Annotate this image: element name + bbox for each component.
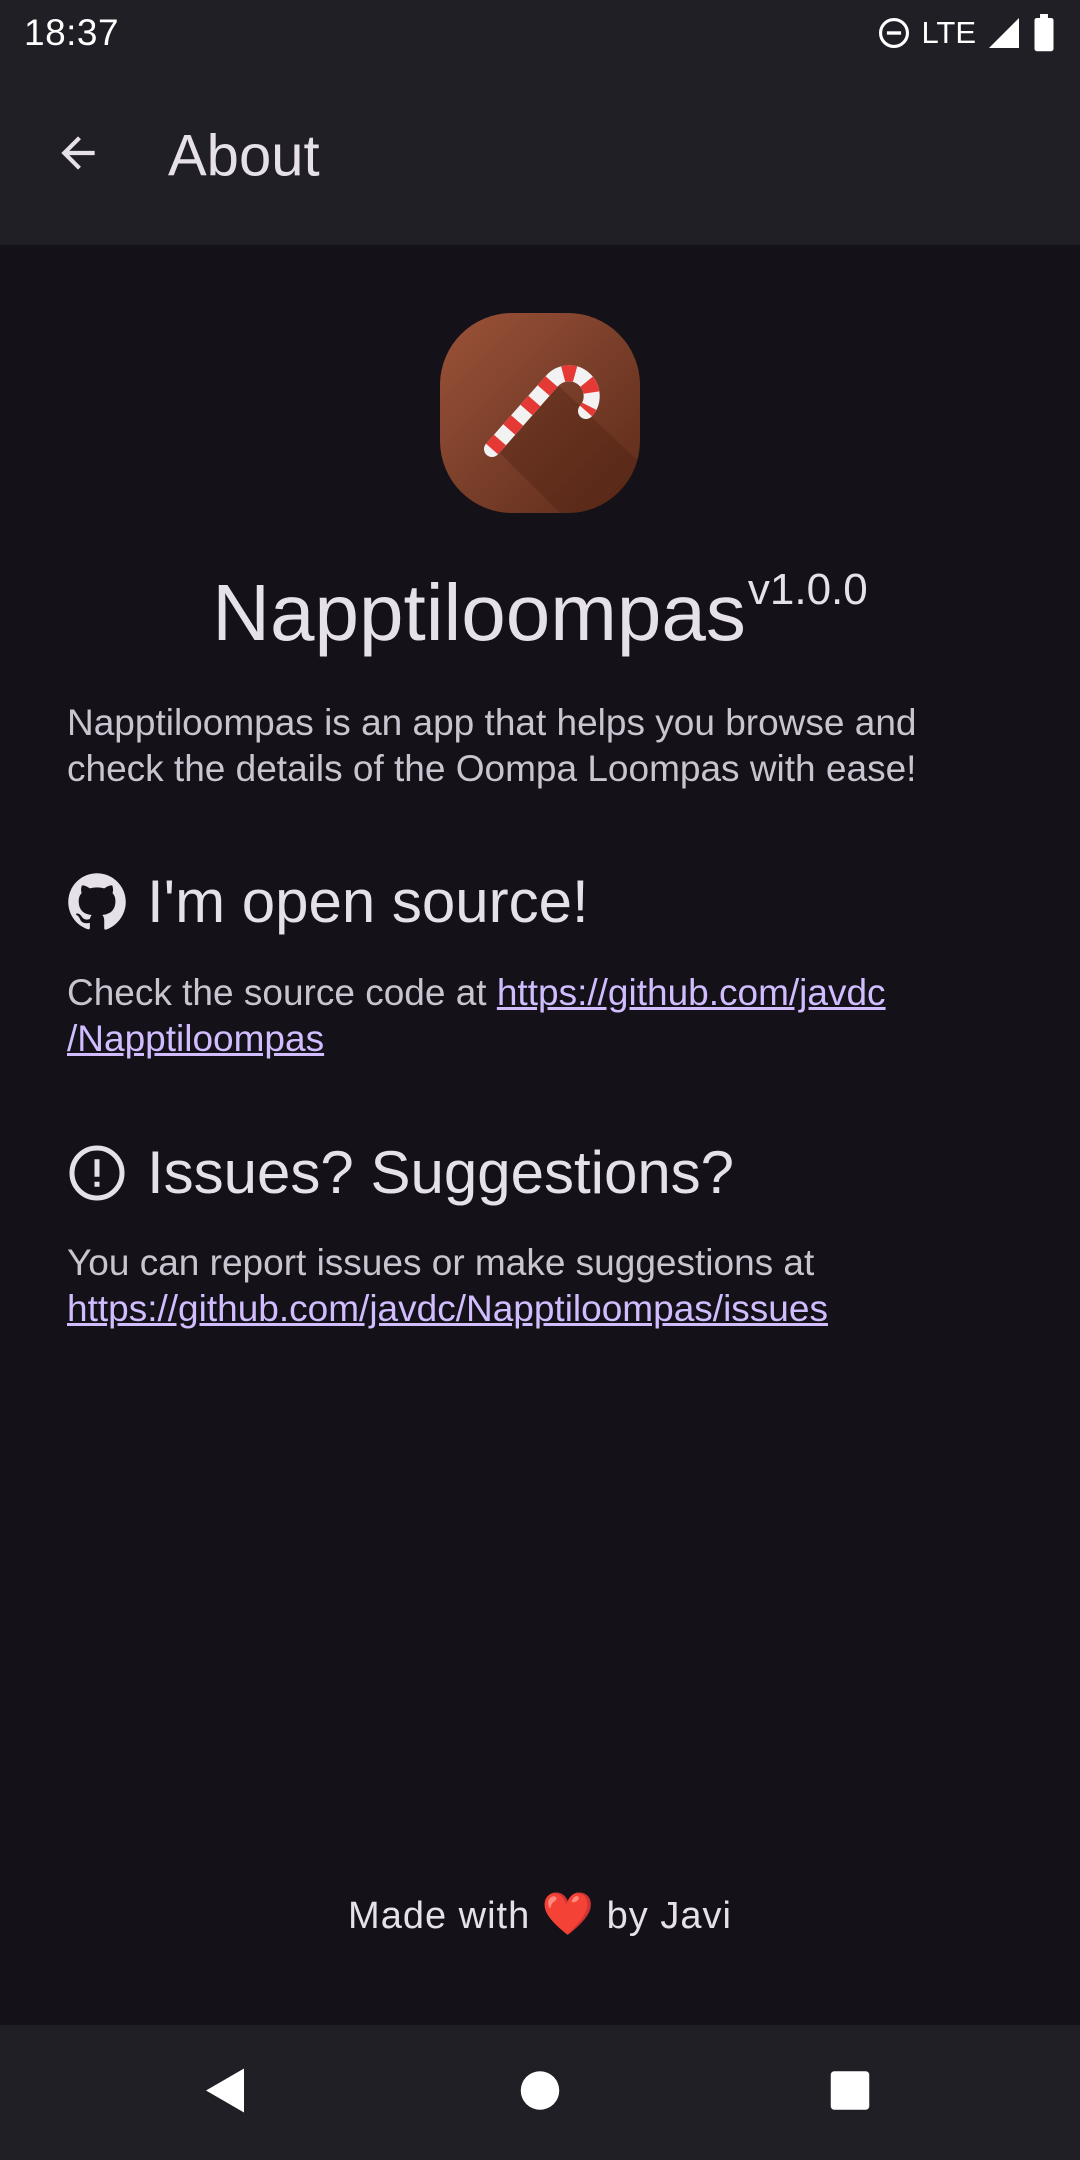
network-type: LTE <box>921 15 976 50</box>
app-version: v1.0.0 <box>747 565 868 614</box>
back-triangle-icon <box>204 2066 248 2119</box>
battery-icon <box>1032 14 1056 52</box>
source-code-link-line1: https://github.com/javdc <box>496 972 886 1013</box>
recents-square-icon <box>829 2069 871 2116</box>
issues-label: You can report issues or make suggestion… <box>67 1242 815 1283</box>
github-icon <box>67 872 127 932</box>
footer-suffix: by Javi <box>606 1895 732 1937</box>
back-button[interactable] <box>42 120 114 192</box>
status-icons: LTE <box>877 14 1056 52</box>
status-time: 18:37 <box>24 12 120 53</box>
nav-recents-button[interactable] <box>829 2069 871 2116</box>
page-title: About <box>168 123 320 188</box>
home-circle-icon <box>519 2069 561 2116</box>
open-source-label: Check the source code at <box>67 972 497 1013</box>
open-source-heading: I'm open source! <box>67 867 589 936</box>
footer-prefix: Made with <box>348 1895 531 1937</box>
app-bar: About <box>0 66 1080 245</box>
nav-back-button[interactable] <box>204 2066 248 2119</box>
nav-home-button[interactable] <box>519 2069 561 2116</box>
issues-title: Issues? Suggestions? <box>147 1139 735 1206</box>
issues-text: You can report issues or make suggestion… <box>67 1240 987 1332</box>
issues-link[interactable]: https://github.com/javdc/Napptiloompas/i… <box>67 1288 828 1329</box>
candy-cane-icon <box>440 365 640 513</box>
open-source-text: Check the source code at https://github.… <box>67 970 987 1062</box>
app-name-row: Napptiloompasv1.0.0 <box>0 565 1080 659</box>
status-bar: 18:37 LTE <box>0 0 1080 66</box>
heart-icon: ❤️ <box>541 1890 596 1937</box>
do-not-disturb-icon <box>877 16 911 50</box>
source-code-link-line2: /Napptiloompas <box>67 1018 325 1059</box>
about-content: Napptiloompasv1.0.0 Napptiloompas is an … <box>0 245 1080 2025</box>
issues-heading: Issues? Suggestions? <box>67 1138 734 1207</box>
signal-icon <box>986 15 1022 51</box>
info-icon <box>67 1143 127 1203</box>
app-description: Napptiloompas is an app that helps you b… <box>67 702 917 789</box>
arrow-back-icon <box>53 128 103 183</box>
open-source-title: I'm open source! <box>147 868 589 935</box>
system-nav-bar <box>0 2025 1080 2160</box>
app-icon <box>440 313 640 513</box>
footer-credit: Made with ❤️ by Javi <box>0 1890 1080 1939</box>
app-name: Napptiloompas <box>212 568 746 657</box>
